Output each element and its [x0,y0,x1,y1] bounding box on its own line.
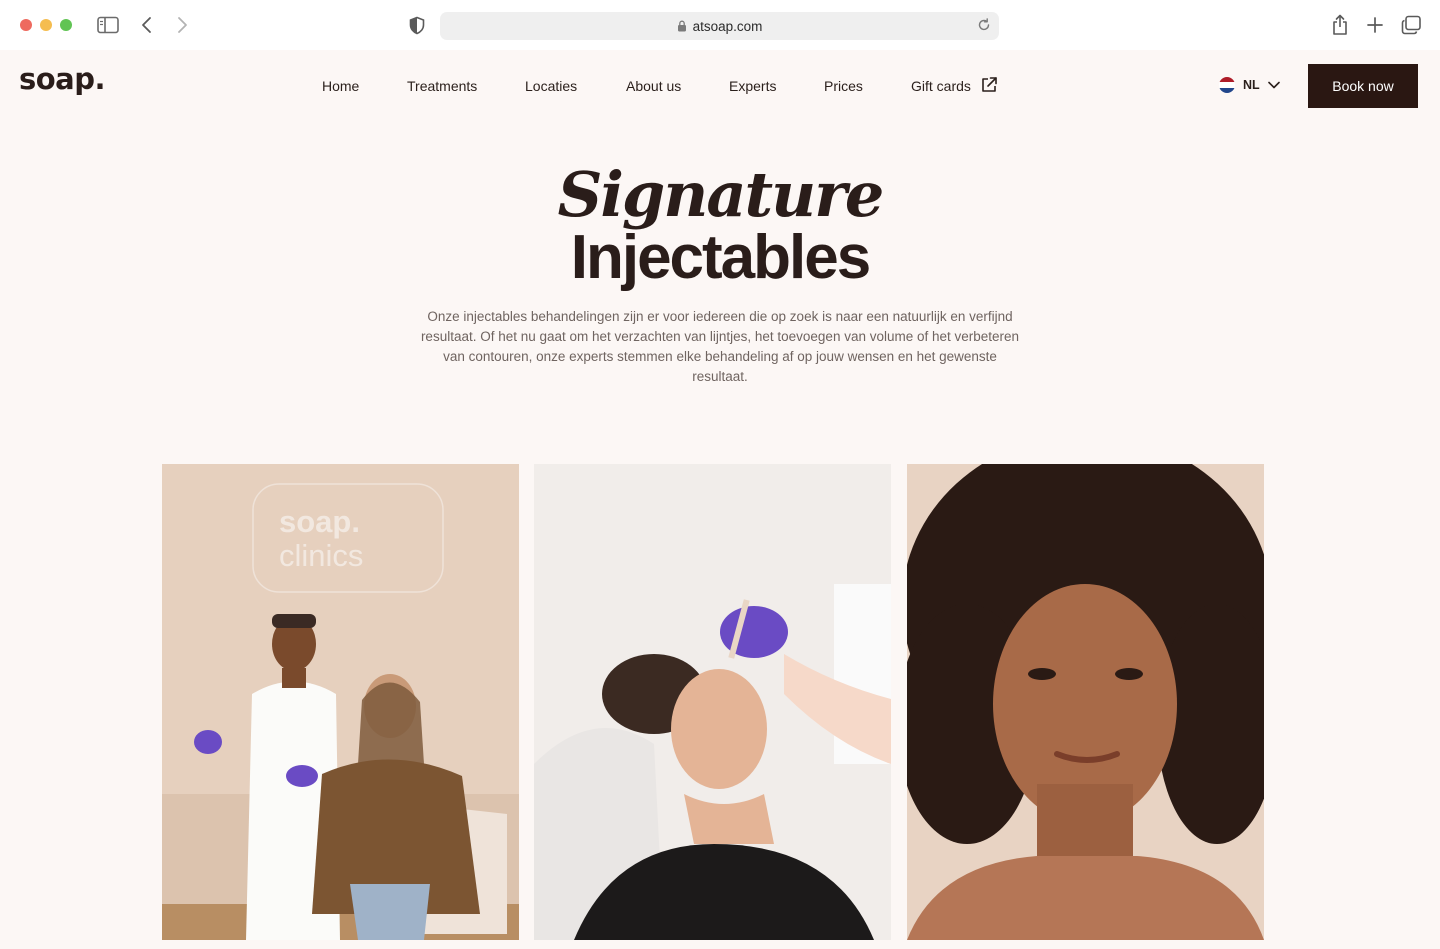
reload-icon[interactable] [977,18,991,35]
clinic-sign-line2: clinics [279,538,363,573]
photo-treatment [534,464,891,940]
intro-line: Onze injectables behandelingen zijn er v… [427,309,1013,324]
hero-title-main: Injectables [570,223,871,292]
minimize-window-button[interactable] [40,19,52,31]
hero-intro: Onze injectables behandelingen zijn er v… [410,307,1030,387]
photo-clinic-team: soap. clinics [162,464,519,940]
page: soap. Home Treatments Locaties About us … [0,50,1440,949]
tab-overview-icon[interactable] [1401,15,1422,35]
sidebar-toggle-icon[interactable] [97,16,119,34]
nav-locaties[interactable]: Locaties [525,78,577,94]
window-controls [20,19,72,31]
share-icon[interactable] [1331,14,1349,36]
book-now-button[interactable]: Book now [1308,64,1418,108]
nav-about-us[interactable]: About us [626,78,681,94]
intro-line: resultaat. [692,369,748,384]
nav-prices[interactable]: Prices [824,78,863,94]
language-code: NL [1243,78,1260,92]
hero-title-script: Signature [557,158,885,231]
intro-line: van contouren, onze experts stemmen elke… [443,349,997,364]
privacy-shield-icon[interactable] [409,16,425,35]
language-selector[interactable]: NL [1219,77,1280,93]
nav-gift-cards[interactable]: Gift cards [911,78,971,94]
intro-line: resultaat. Of het nu gaat om het verzach… [420,329,1020,344]
nav-treatments[interactable]: Treatments [407,78,477,94]
clinic-sign-line1: soap. [279,504,360,539]
browser-chrome: atsoap.com [0,0,1440,50]
maximize-window-button[interactable] [60,19,72,31]
chevron-down-icon [1267,78,1280,92]
url-text: atsoap.com [692,18,763,34]
new-tab-icon[interactable] [1366,16,1384,34]
forward-icon[interactable] [176,16,188,34]
close-window-button[interactable] [20,19,32,31]
netherlands-flag-icon [1219,77,1235,93]
photo-portrait [907,464,1264,940]
lock-icon [677,20,686,32]
nav-experts[interactable]: Experts [729,78,776,94]
external-link-icon[interactable] [980,76,998,99]
back-icon[interactable] [141,16,153,34]
address-bar[interactable]: atsoap.com [440,12,999,40]
nav-home[interactable]: Home [322,78,359,94]
